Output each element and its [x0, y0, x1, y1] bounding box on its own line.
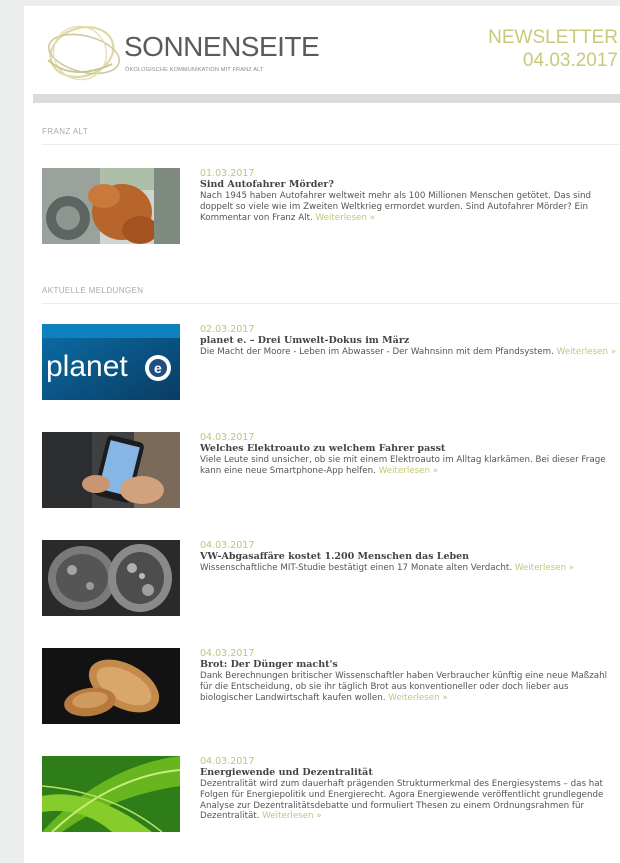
article-teaser: Die Macht der Moore - Leben im Abwasser … [200, 347, 620, 358]
article-teaser-text: Wissenschaftliche MIT-Studie bestätigt e… [200, 563, 513, 573]
section-label-aktuelle-meldungen: AKTUELLE MELDUNGEN [42, 286, 144, 295]
section-label-franz-alt: FRANZ ALT [42, 127, 89, 136]
read-more-link[interactable]: Weiterlesen » [379, 466, 438, 476]
section-divider [42, 144, 620, 145]
article-thumbnail[interactable] [42, 648, 180, 724]
article-teaser: Nach 1945 haben Autofahrer weltweit mehr… [200, 191, 620, 223]
article-thumbnail[interactable] [42, 540, 180, 616]
article-thumbnail[interactable] [42, 432, 180, 508]
sonnenseite-logo-icon[interactable] [42, 20, 126, 86]
article-teaser-text: Dezentralität wird zum dauerhaft prägend… [200, 779, 604, 822]
article-date: 02.03.2017 [200, 324, 255, 335]
article-date: 04.03.2017 [200, 540, 255, 551]
article-title[interactable]: Sind Autofahrer Mörder? [200, 179, 620, 191]
planet-e-thumb-badge: e [154, 360, 162, 376]
newsletter-date: 04.03.2017 [522, 50, 618, 71]
article-title[interactable]: Brot: Der Dünger macht's [200, 659, 620, 671]
article-teaser-text: Die Macht der Moore - Leben im Abwasser … [200, 347, 554, 357]
article-teaser: Wissenschaftliche MIT-Studie bestätigt e… [200, 563, 620, 574]
article-date: 04.03.2017 [200, 648, 255, 659]
article-title[interactable]: Welches Elektroauto zu welchem Fahrer pa… [200, 443, 620, 455]
read-more-link[interactable]: Weiterlesen » [557, 347, 616, 357]
page: SONNENSEITE ÖKOLOGISCHE KOMMUNIKATION MI… [0, 0, 620, 863]
read-more-link[interactable]: Weiterlesen » [388, 693, 447, 703]
brand-tagline: ÖKOLOGISCHE KOMMUNIKATION MIT FRANZ ALT [125, 67, 264, 73]
article-thumbnail[interactable] [42, 168, 180, 244]
article-thumbnail[interactable] [42, 756, 180, 832]
read-more-link[interactable]: Weiterlesen » [515, 563, 574, 573]
newsletter-label: NEWSLETTER [488, 27, 618, 48]
article-title[interactable]: planet e. – Drei Umwelt-Dokus im März [200, 335, 620, 347]
header-divider-bar [33, 94, 620, 103]
article-date: 01.03.2017 [200, 168, 255, 179]
newsletter-sheet: SONNENSEITE ÖKOLOGISCHE KOMMUNIKATION MI… [24, 6, 620, 863]
article-title[interactable]: VW-Abgasaffäre kostet 1.200 Menschen das… [200, 551, 620, 563]
planet-e-thumb-text: planet [46, 350, 128, 383]
article-date: 04.03.2017 [200, 756, 255, 767]
article-teaser: Dezentralität wird zum dauerhaft prägend… [200, 779, 620, 822]
article-thumbnail[interactable]: planet e [42, 324, 180, 400]
article-title[interactable]: Energiewende und Dezentralität [200, 767, 620, 779]
read-more-link[interactable]: Weiterlesen » [316, 213, 375, 223]
read-more-link[interactable]: Weiterlesen » [262, 811, 321, 821]
article-teaser-text: Nach 1945 haben Autofahrer weltweit mehr… [200, 191, 592, 223]
article-teaser: Viele Leute sind unsicher, ob sie mit ei… [200, 455, 620, 477]
section-divider [42, 303, 620, 304]
brand-name[interactable]: SONNENSEITE [124, 32, 320, 62]
article-teaser: Dank Berechnungen britischer Wissenschaf… [200, 671, 620, 703]
article-date: 04.03.2017 [200, 432, 255, 443]
